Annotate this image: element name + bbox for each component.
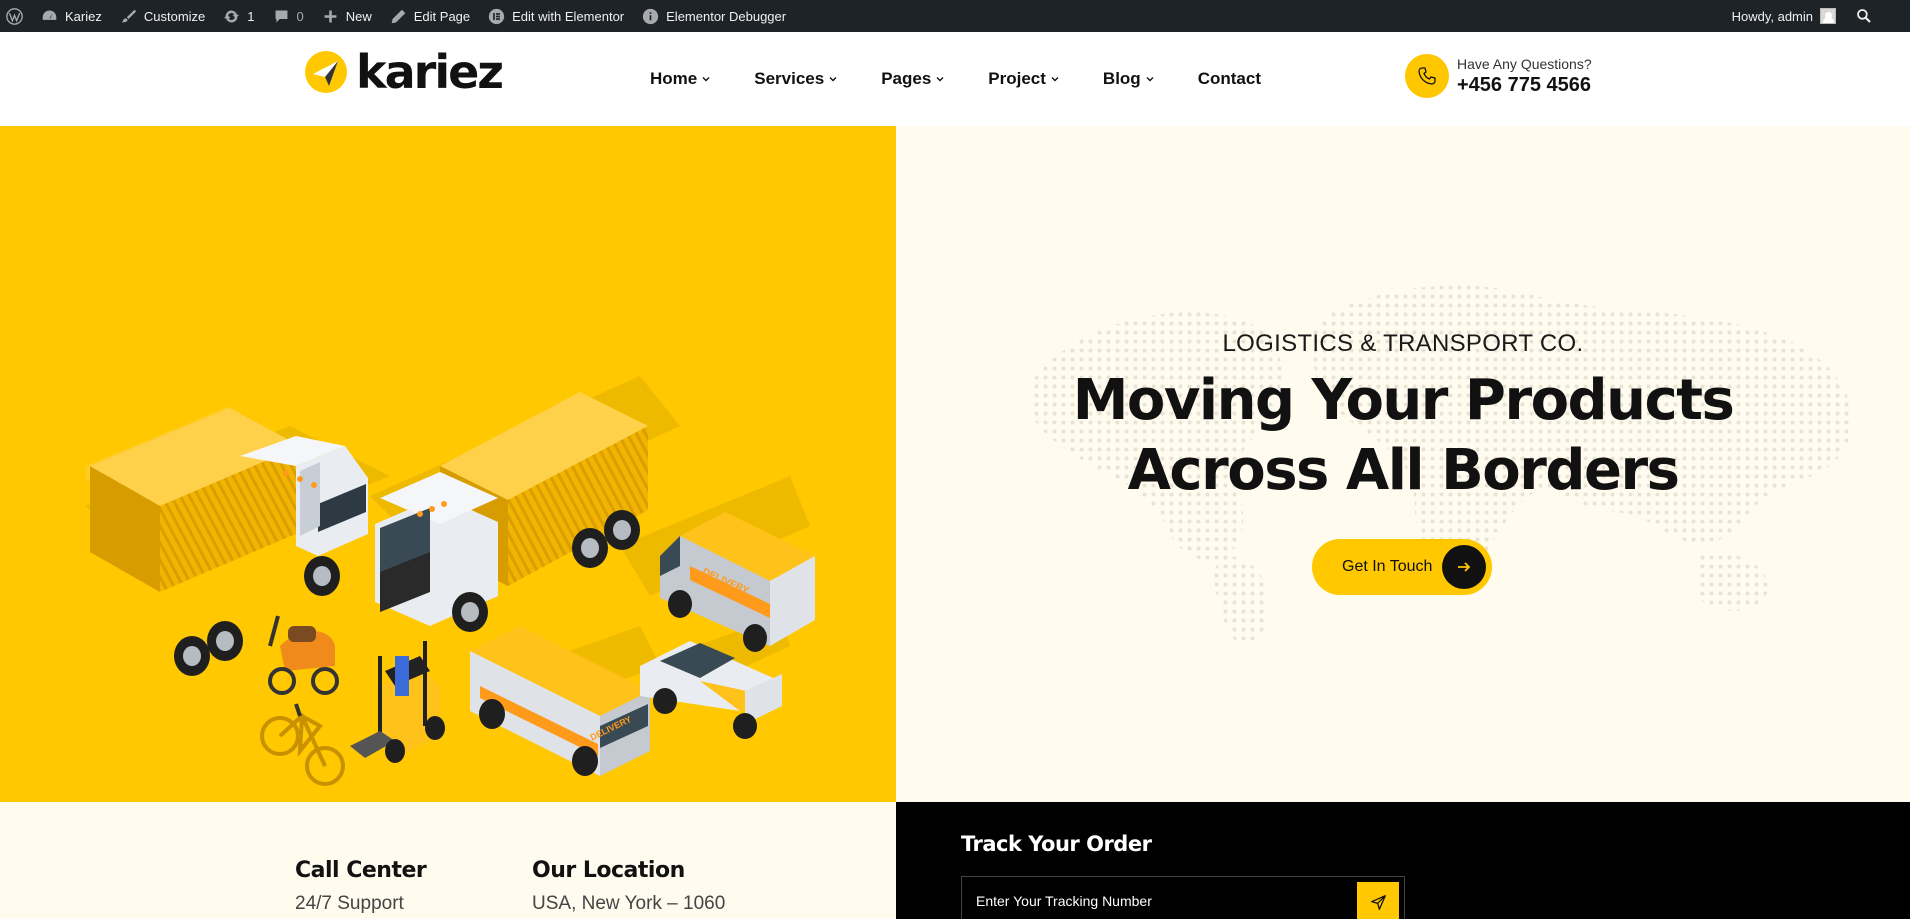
- bicycle: [260, 703, 345, 786]
- wordpress-logo-menu[interactable]: [0, 0, 32, 32]
- customize-link[interactable]: Customize: [111, 0, 214, 32]
- contact-text: Have Any Questions? +456 775 4566: [1457, 56, 1592, 97]
- call-center-sub: 24/7 Support: [295, 893, 404, 914]
- track-order-title: Track Your Order: [961, 832, 1152, 856]
- nav-label-home: Home: [650, 69, 698, 88]
- nav-label-pages: Pages: [881, 69, 932, 88]
- main-navigation: Home Services Pages Project Blog Contact: [650, 32, 1304, 126]
- nav-item-blog[interactable]: Blog: [1103, 69, 1155, 89]
- edit-page-link[interactable]: Edit Page: [381, 0, 479, 32]
- account-menu[interactable]: Howdy, admin: [1732, 0, 1836, 32]
- site-name-label: Kariez: [65, 8, 102, 24]
- nav-item-home[interactable]: Home: [650, 69, 711, 89]
- hero-content-panel: LOGISTICS & TRANSPORT CO. Moving Your Pr…: [896, 126, 1910, 802]
- scooter: [268, 615, 339, 695]
- call-center-block: Call Center 24/7 Support: [295, 858, 427, 915]
- brush-icon: [121, 9, 137, 22]
- plus-icon: [324, 10, 337, 22]
- info-icon: [642, 8, 659, 24]
- hero-headline-line-1: Moving Your Products: [1072, 368, 1735, 433]
- arrow-right-icon: [1442, 545, 1486, 589]
- hero-headline: Moving Your Products Across All Borders: [896, 366, 1910, 506]
- chevron-down-icon: [829, 77, 837, 82]
- nav-item-services[interactable]: Services: [754, 69, 838, 89]
- edit-page-label: Edit Page: [413, 8, 471, 24]
- new-content-link[interactable]: New: [313, 0, 381, 32]
- new-label: New: [345, 8, 372, 24]
- location-sub: USA, New York – 1060: [532, 893, 726, 914]
- nav-label-services: Services: [754, 69, 825, 88]
- container-truck-center: [375, 392, 648, 632]
- hero-illustration-panel: DELIVERY DELIVERY: [0, 126, 896, 802]
- updates-icon: [224, 10, 240, 22]
- hero-eyebrow: LOGISTICS & TRANSPORT CO.: [1222, 330, 1584, 357]
- nav-item-contact[interactable]: Contact: [1198, 69, 1261, 89]
- logo-text: kariez: [356, 45, 504, 99]
- site-logo[interactable]: kariez: [304, 45, 504, 99]
- contact-label: Have Any Questions?: [1457, 55, 1592, 72]
- pencil-icon: [391, 9, 406, 23]
- chevron-down-icon: [936, 77, 944, 82]
- forklift: [350, 641, 445, 763]
- elementor-debugger-link[interactable]: Elementor Debugger: [633, 0, 795, 32]
- delivery-vehicles-illustration: DELIVERY DELIVERY: [85, 376, 815, 786]
- track-order-panel: Track Your Order: [896, 802, 1910, 919]
- phone-icon: [1418, 67, 1436, 85]
- nav-item-pages[interactable]: Pages: [881, 69, 945, 89]
- nav-label-contact: Contact: [1197, 69, 1261, 88]
- nav-item-project[interactable]: Project: [988, 69, 1060, 89]
- admin-search-button[interactable]: [1844, 0, 1872, 32]
- comments-count: 0: [296, 8, 304, 24]
- debugger-label: Elementor Debugger: [666, 8, 787, 24]
- get-in-touch-label: Get In Touch: [1342, 558, 1433, 575]
- wordpress-icon: [6, 7, 23, 25]
- kariez-logo-icon: [305, 51, 347, 93]
- nav-label-blog: Blog: [1102, 69, 1141, 88]
- tracking-number-input[interactable]: [961, 876, 1405, 919]
- wp-admin-bar: Kariez Customize 1 0 New Edit Page Edit …: [0, 0, 1910, 32]
- dashboard-icon: [42, 10, 57, 20]
- elementor-icon: [488, 8, 505, 24]
- info-strip: Call Center 24/7 Support Our Location US…: [0, 802, 896, 919]
- chevron-down-icon: [1146, 77, 1154, 82]
- site-header: kariez Home Services Pages Project Blog …: [0, 32, 1910, 126]
- avatar: [1820, 8, 1836, 24]
- search-icon: [1857, 9, 1871, 23]
- contact-phone-link[interactable]: +456 775 4566: [1457, 74, 1592, 97]
- send-icon: [1370, 894, 1386, 910]
- comments-link[interactable]: 0: [264, 0, 313, 32]
- updates-link[interactable]: 1: [214, 0, 263, 32]
- hero-headline-line-2: Across All Borders: [1127, 438, 1680, 503]
- site-name-link[interactable]: Kariez: [32, 0, 111, 32]
- location-block: Our Location USA, New York – 1060: [532, 858, 725, 915]
- updates-count: 1: [247, 8, 255, 24]
- edit-elementor-label: Edit with Elementor: [512, 8, 625, 24]
- comment-icon: [275, 10, 287, 22]
- call-center-title: Call Center: [295, 858, 427, 883]
- chevron-down-icon: [1051, 77, 1059, 82]
- location-title: Our Location: [532, 858, 685, 883]
- edit-elementor-link[interactable]: Edit with Elementor: [479, 0, 633, 32]
- customize-label: Customize: [143, 8, 206, 24]
- header-contact: Have Any Questions? +456 775 4566: [1405, 54, 1592, 98]
- chevron-down-icon: [702, 77, 710, 82]
- nav-label-project: Project: [988, 69, 1046, 88]
- hero-text-block: LOGISTICS & TRANSPORT CO. Moving Your Pr…: [896, 330, 1910, 506]
- phone-badge[interactable]: [1405, 54, 1449, 98]
- get-in-touch-button[interactable]: Get In Touch: [1312, 539, 1492, 595]
- greeting-label: Howdy, admin: [1731, 8, 1813, 24]
- track-submit-button[interactable]: [1357, 882, 1399, 919]
